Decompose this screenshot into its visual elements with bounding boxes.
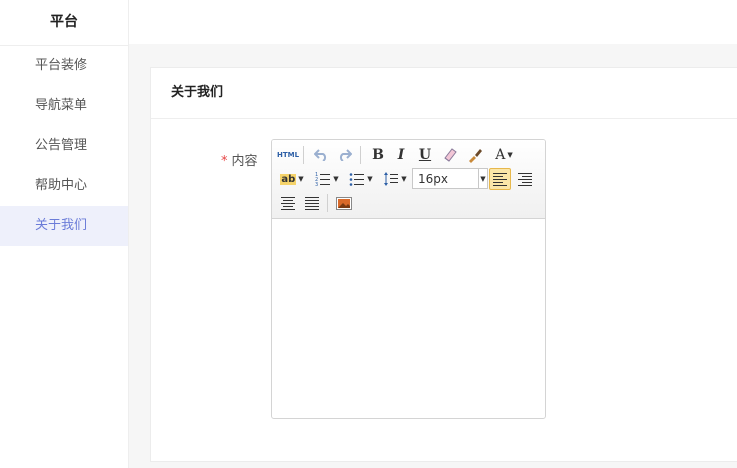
underline-icon[interactable]: U bbox=[415, 144, 435, 166]
top-bar bbox=[129, 0, 737, 44]
align-justify-icon[interactable] bbox=[301, 192, 323, 214]
sidebar-item-about-us[interactable]: 关于我们 bbox=[0, 206, 128, 246]
chevron-down-icon: ▼ bbox=[401, 175, 407, 183]
align-right-icon[interactable] bbox=[514, 168, 536, 190]
image-icon[interactable] bbox=[333, 192, 355, 214]
bold-icon[interactable]: B bbox=[368, 144, 388, 166]
highlight-icon[interactable]: ab ▼ bbox=[277, 168, 307, 190]
toolbar-separator bbox=[327, 194, 328, 212]
font-size-value: 16px bbox=[418, 171, 448, 186]
svg-text:3: 3 bbox=[315, 182, 318, 187]
font-color-letter: A bbox=[495, 147, 506, 163]
chevron-down-icon: ▼ bbox=[507, 151, 513, 159]
editor-content-area[interactable] bbox=[272, 219, 545, 418]
content-label-text: 内容 bbox=[231, 154, 258, 169]
font-size-select[interactable]: 16px ▼ bbox=[412, 168, 488, 189]
card-title: 关于我们 bbox=[151, 68, 737, 119]
sidebar-item-help-center[interactable]: 帮助中心 bbox=[0, 166, 128, 206]
sidebar: 平台 平台装修 导航菜单 公告管理 帮助中心 关于我们 bbox=[0, 0, 129, 468]
chevron-down-icon: ▼ bbox=[298, 175, 304, 183]
chevron-down-icon: ▼ bbox=[333, 175, 339, 183]
required-mark: * bbox=[221, 154, 228, 169]
undo-icon[interactable] bbox=[310, 144, 332, 166]
line-height-icon[interactable]: ▼ bbox=[380, 168, 410, 190]
highlight-letters: ab bbox=[280, 173, 297, 185]
align-left-icon[interactable] bbox=[489, 168, 511, 190]
align-center-icon[interactable] bbox=[277, 192, 299, 214]
font-color-icon[interactable]: A ▼ bbox=[490, 144, 518, 166]
editor-toolbar: HTML B I U A ▼ ab ▼ 1 2 3 ▼ ▼ ▼ 16px ▼ bbox=[272, 140, 545, 219]
sidebar-item-nav-menu[interactable]: 导航菜单 bbox=[0, 86, 128, 126]
toolbar-separator bbox=[303, 146, 304, 164]
unordered-list-icon[interactable]: ▼ bbox=[346, 168, 376, 190]
sidebar-item-decoration[interactable]: 平台装修 bbox=[0, 46, 128, 86]
html-icon[interactable]: HTML bbox=[276, 144, 300, 166]
sidebar-title: 平台 bbox=[0, 0, 128, 46]
content-card: 关于我们 * 内容 HTML B I U A ▼ ab ▼ 1 2 3 ▼ ▼ … bbox=[150, 67, 737, 462]
ordered-list-icon[interactable]: 1 2 3 ▼ bbox=[312, 168, 342, 190]
italic-icon[interactable]: I bbox=[391, 144, 411, 166]
eraser-icon[interactable] bbox=[439, 144, 461, 166]
toolbar-separator bbox=[360, 146, 361, 164]
sidebar-item-announcements[interactable]: 公告管理 bbox=[0, 126, 128, 166]
format-brush-icon[interactable] bbox=[464, 144, 486, 166]
chevron-down-icon: ▼ bbox=[367, 175, 373, 183]
content-field-label: * 内容 bbox=[221, 150, 258, 169]
chevron-down-icon[interactable]: ▼ bbox=[478, 169, 487, 188]
redo-icon[interactable] bbox=[334, 144, 356, 166]
rich-text-editor: HTML B I U A ▼ ab ▼ 1 2 3 ▼ ▼ ▼ 16px ▼ bbox=[271, 139, 546, 419]
